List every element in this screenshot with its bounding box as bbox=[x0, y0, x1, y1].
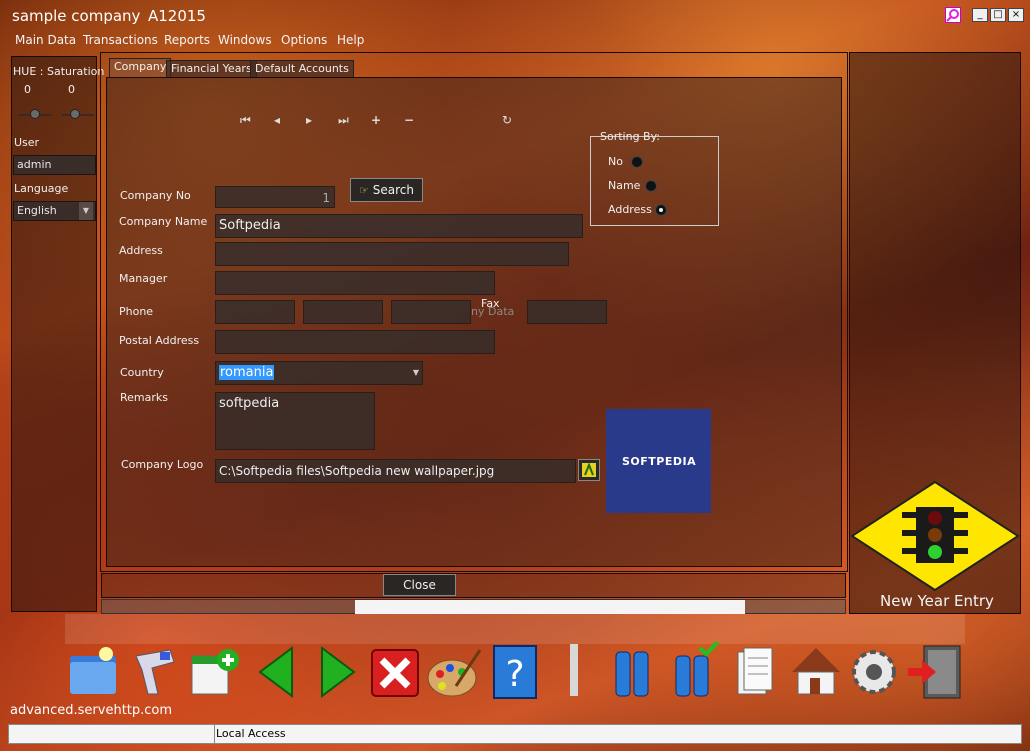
sort-name-label: Name bbox=[608, 179, 641, 192]
battery-check-icon[interactable] bbox=[670, 640, 726, 700]
status-divider bbox=[214, 725, 215, 743]
status-bar: Local Access bbox=[8, 724, 1022, 744]
postal-address-label: Postal Address bbox=[119, 334, 200, 347]
hue-value: 0 bbox=[24, 83, 31, 96]
search-button[interactable]: ☞ Search bbox=[350, 178, 423, 202]
refresh-icon[interactable]: ↻ bbox=[502, 113, 512, 127]
hue-label: HUE : bbox=[13, 65, 44, 78]
close-button[interactable]: Close bbox=[383, 574, 456, 596]
language-label: Language bbox=[14, 182, 69, 195]
window-code: A12015 bbox=[148, 7, 206, 25]
hand-pointer-icon: ☞ bbox=[359, 184, 369, 197]
server-url: advanced.servehttp.com bbox=[10, 703, 173, 718]
new-record-icon[interactable] bbox=[188, 642, 244, 700]
country-select[interactable]: romania ▼ bbox=[215, 361, 423, 385]
toolbar-separator bbox=[570, 644, 578, 696]
menu-transactions[interactable]: Transactions bbox=[83, 33, 158, 47]
delete-icon[interactable] bbox=[368, 642, 424, 700]
status-text: Local Access bbox=[216, 727, 286, 740]
title-bar: sample company A12015 _ □ × bbox=[0, 0, 1030, 32]
saturation-label: Saturation bbox=[47, 65, 105, 78]
left-panel: HUE : Saturation 0 0 User admin Language… bbox=[11, 56, 104, 612]
first-record-icon[interactable]: ⏮ bbox=[240, 113, 251, 128]
hue-slider[interactable] bbox=[30, 109, 40, 119]
address-label: Address bbox=[119, 244, 163, 257]
exit-icon[interactable] bbox=[906, 642, 962, 700]
ghost-text: ny Data bbox=[471, 305, 515, 318]
company-no-field[interactable]: 1 bbox=[215, 186, 335, 208]
logo-path-field[interactable]: C:\Softpedia files\Softpedia new wallpap… bbox=[215, 459, 576, 483]
add-record-icon[interactable]: + bbox=[371, 113, 381, 127]
sorting-title: Sorting By: bbox=[600, 130, 661, 143]
menu-bar: Main Data Transactions Reports Windows O… bbox=[0, 32, 1030, 50]
language-select[interactable]: English ▼ bbox=[13, 201, 96, 221]
chevron-down-icon[interactable]: ▼ bbox=[79, 202, 93, 220]
new-year-entry-label[interactable]: New Year Entry bbox=[880, 592, 994, 610]
next-icon[interactable] bbox=[310, 642, 366, 700]
language-value: English bbox=[17, 204, 57, 217]
fax-field[interactable] bbox=[527, 300, 607, 324]
saturation-value: 0 bbox=[68, 83, 75, 96]
progress-bar bbox=[355, 600, 745, 614]
prev-record-icon[interactable]: ◂ bbox=[274, 113, 280, 127]
browse-icon bbox=[582, 462, 596, 477]
menu-windows[interactable]: Windows bbox=[218, 33, 272, 47]
palette-icon[interactable] bbox=[426, 642, 482, 700]
sort-no-radio[interactable] bbox=[631, 156, 643, 168]
previous-icon[interactable] bbox=[252, 642, 308, 700]
close-bar bbox=[101, 573, 846, 598]
scanner-icon[interactable] bbox=[130, 642, 186, 700]
close-window-button[interactable]: × bbox=[1008, 8, 1024, 22]
user-label: User bbox=[14, 136, 40, 149]
magnifier-icon[interactable] bbox=[945, 7, 961, 23]
address-field[interactable] bbox=[215, 242, 569, 266]
sort-address-radio[interactable] bbox=[655, 204, 667, 216]
sort-address-label: Address bbox=[608, 203, 652, 216]
window-title: sample company bbox=[12, 7, 141, 25]
toolbar-reflection bbox=[65, 614, 965, 644]
manager-field[interactable] bbox=[215, 271, 495, 295]
phone-field-2[interactable] bbox=[303, 300, 383, 324]
country-label: Country bbox=[120, 366, 164, 379]
menu-help[interactable]: Help bbox=[337, 33, 364, 47]
saturation-slider[interactable] bbox=[70, 109, 80, 119]
help-icon[interactable]: ? bbox=[490, 642, 546, 700]
sort-no-label: No bbox=[608, 155, 623, 168]
remove-record-icon[interactable]: − bbox=[404, 113, 414, 127]
minimize-button[interactable]: _ bbox=[972, 8, 988, 22]
user-field[interactable]: admin bbox=[13, 155, 96, 175]
next-record-icon[interactable]: ▸ bbox=[306, 113, 312, 127]
batteries-icon[interactable] bbox=[610, 642, 666, 700]
chevron-down-icon[interactable]: ▼ bbox=[413, 362, 419, 384]
menu-reports[interactable]: Reports bbox=[164, 33, 210, 47]
browse-logo-button[interactable] bbox=[578, 459, 600, 481]
country-value: romania bbox=[219, 365, 275, 380]
settings-icon[interactable] bbox=[848, 642, 904, 700]
company-logo-label: Company Logo bbox=[121, 458, 204, 471]
traffic-light-sign-icon[interactable] bbox=[850, 480, 1020, 592]
menu-main-data[interactable]: Main Data bbox=[15, 33, 76, 47]
documents-icon[interactable] bbox=[730, 642, 786, 700]
sort-name-radio[interactable] bbox=[645, 180, 657, 192]
phone-field-3[interactable] bbox=[391, 300, 471, 324]
postal-address-field[interactable] bbox=[215, 330, 495, 354]
search-label: Search bbox=[372, 183, 414, 197]
manager-label: Manager bbox=[119, 272, 168, 285]
maximize-button[interactable]: □ bbox=[990, 8, 1006, 22]
home-icon[interactable] bbox=[790, 642, 846, 700]
menu-options[interactable]: Options bbox=[281, 33, 327, 47]
last-record-icon[interactable]: ⏭ bbox=[338, 113, 349, 128]
remarks-field[interactable]: softpedia bbox=[215, 392, 375, 450]
open-folder-icon[interactable] bbox=[66, 642, 122, 700]
phone-field-1[interactable] bbox=[215, 300, 295, 324]
remarks-label: Remarks bbox=[120, 391, 168, 404]
company-logo-preview: SOFTPEDIA bbox=[606, 409, 711, 513]
logo-text: SOFTPEDIA bbox=[622, 455, 697, 468]
company-no-label: Company No bbox=[120, 189, 191, 202]
phone-label: Phone bbox=[119, 305, 154, 318]
company-name-label: Company Name bbox=[119, 215, 208, 228]
company-name-field[interactable]: Softpedia bbox=[215, 214, 583, 238]
svg-text:?: ? bbox=[505, 654, 524, 695]
